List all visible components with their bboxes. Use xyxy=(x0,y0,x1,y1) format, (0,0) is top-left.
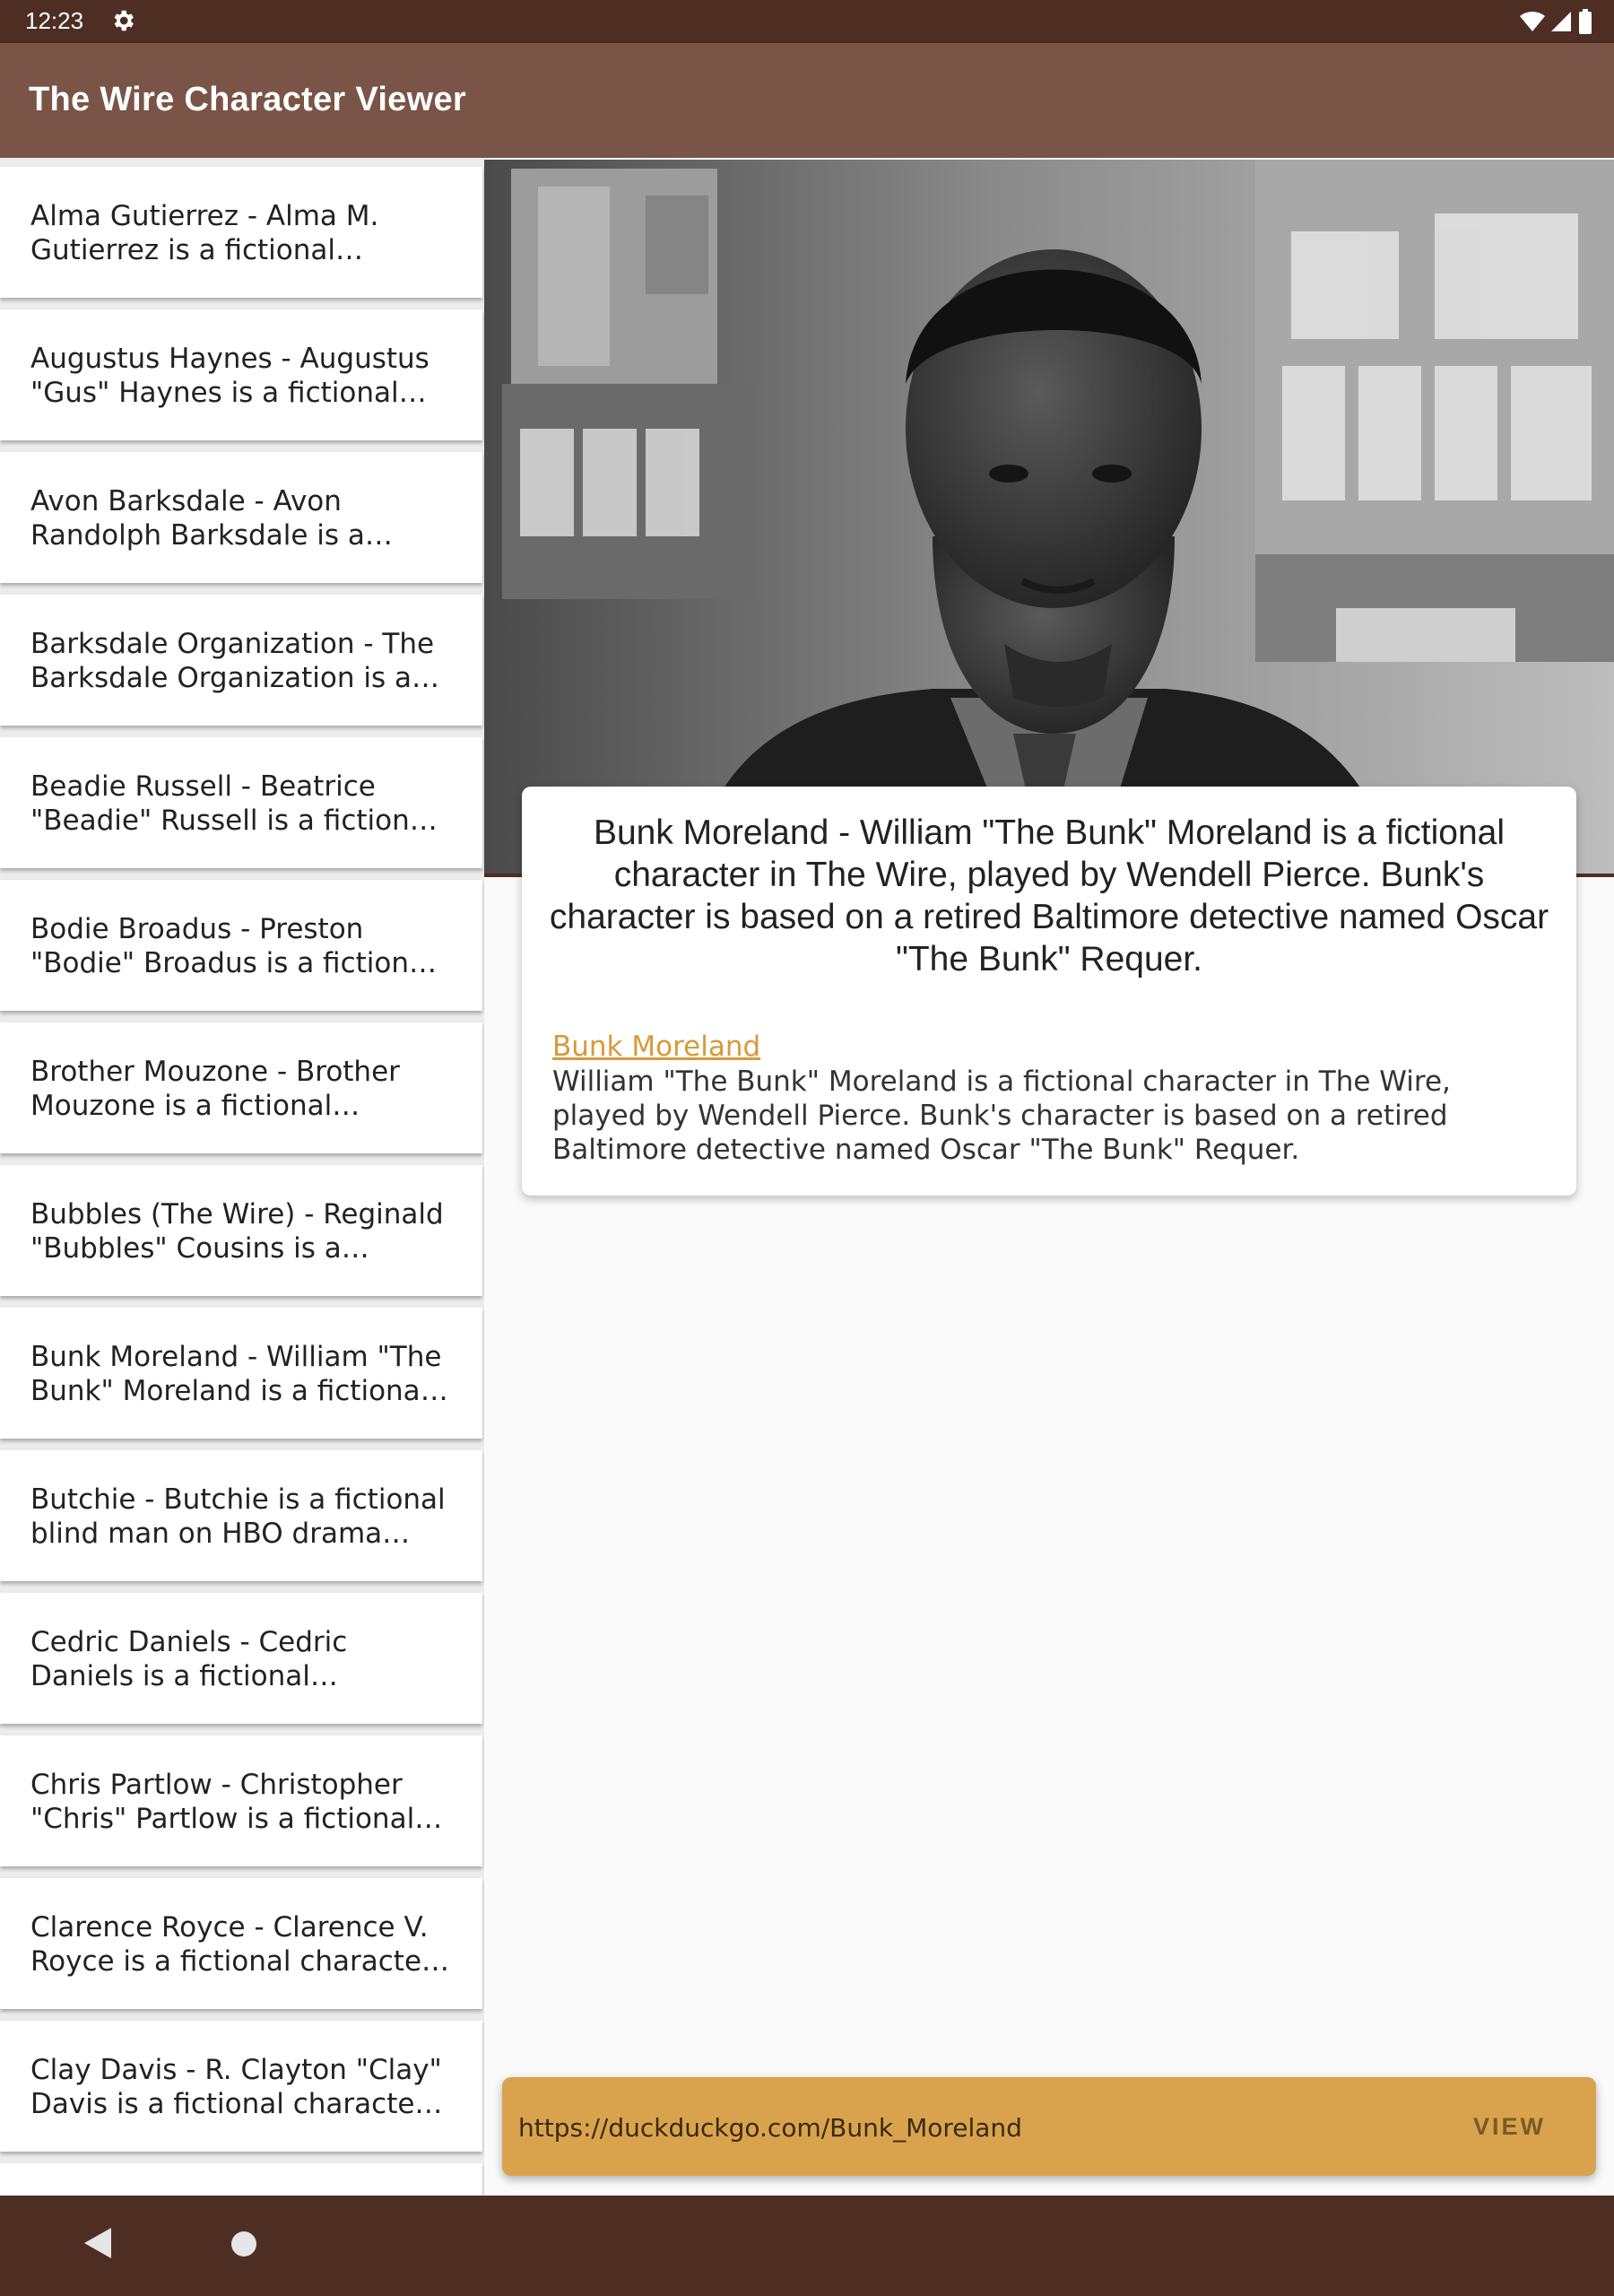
list-item-label: Chris Partlow - Christopher "Chris" Part… xyxy=(30,1769,415,1835)
list-item-label: Bodie Broadus - Preston "Bodie" Broadus … xyxy=(30,913,434,979)
list-item[interactable]: Barksdale Organization - The Barksdale O… xyxy=(0,595,482,726)
app-bar: The Wire Character Viewer xyxy=(0,43,1614,158)
list-item[interactable]: Chris Partlow - Christopher "Chris" Part… xyxy=(0,1735,482,1866)
list-item[interactable]: Brother Mouzone - Brother Mouzone is a f… xyxy=(0,1022,482,1153)
signal-icon xyxy=(1551,10,1573,37)
navigation-bar xyxy=(0,2196,1614,2296)
battery-icon xyxy=(1578,9,1592,38)
list-item[interactable]: Clarence Royce - Clarence V. Royce is a … xyxy=(0,1878,482,2009)
status-bar: 12:23 xyxy=(0,0,1614,43)
back-icon[interactable] xyxy=(82,2226,113,2264)
list-item[interactable]: Bunk Moreland - William "The Bunk" Morel… xyxy=(0,1308,482,1439)
snackbar-url: https://duckduckgo.com/Bunk_Moreland xyxy=(518,2113,1022,2143)
gear-icon xyxy=(109,7,136,34)
list-item-label: Butchie - Butchie is a fictional blind m… xyxy=(30,1483,446,1550)
list-item[interactable]: Augustus Haynes - Augustus "Gus" Haynes … xyxy=(0,309,482,440)
view-button[interactable]: VIEW xyxy=(1473,2113,1546,2141)
list-item-label: Brother Mouzone - Brother Mouzone is a f… xyxy=(30,1056,400,1122)
system-icons xyxy=(1519,9,1592,38)
detail-card: Bunk Moreland - William "The Bunk" Morel… xyxy=(522,787,1576,1196)
list-item[interactable]: Beadie Russell - Beatrice "Beadie" Russe… xyxy=(0,737,482,868)
list-item-label: Clay Davis - R. Clayton "Clay" Davis is … xyxy=(30,2054,442,2120)
list-item[interactable]: Butchie - Butchie is a fictional blind m… xyxy=(0,1450,482,1581)
list-item-label: Bubbles (The Wire) - Reginald "Bubbles" … xyxy=(30,1198,444,1265)
list-item-label: Alma Gutierrez - Alma M. Gutierrez is a … xyxy=(30,200,379,266)
list-item[interactable]: Bubbles (The Wire) - Reginald "Bubbles" … xyxy=(0,1165,482,1296)
list-item-label: Cedric Daniels - Cedric Daniels is a fic… xyxy=(30,1626,348,1692)
character-list[interactable]: Alma Gutierrez - Alma M. Gutierrez is a … xyxy=(0,158,484,2196)
list-item[interactable]: Avon Barksdale - Avon Randolph Barksdale… xyxy=(0,452,482,583)
list-item-label: Augustus Haynes - Augustus "Gus" Haynes … xyxy=(30,343,430,409)
list-item-label: Avon Barksdale - Avon Randolph Barksdale… xyxy=(30,485,365,552)
status-time: 12:23 xyxy=(25,7,84,34)
list-item-label: Barksdale Organization - The Barksdale O… xyxy=(30,628,435,694)
detail-description: William "The Bunk" Moreland is a fiction… xyxy=(552,1065,1451,1166)
list-item[interactable]: Clay Davis - R. Clayton "Clay" Davis is … xyxy=(0,2021,482,2152)
list-item[interactable]: Alma Gutierrez - Alma M. Gutierrez is a … xyxy=(0,167,482,298)
character-link[interactable]: Bunk Moreland xyxy=(552,1031,760,1063)
detail-heading: Bunk Moreland - William "The Bunk" Morel… xyxy=(549,813,1549,978)
app-title: The Wire Character Viewer xyxy=(29,81,466,118)
list-item-label: Beadie Russell - Beatrice "Beadie" Russe… xyxy=(30,770,435,837)
list-item[interactable]: Cedric Daniels - Cedric Daniels is a fic… xyxy=(0,1593,482,1724)
wifi-icon xyxy=(1519,10,1546,37)
list-item[interactable] xyxy=(0,2163,482,2196)
character-photo xyxy=(484,160,1614,877)
url-snackbar: https://duckduckgo.com/Bunk_Moreland VIE… xyxy=(502,2077,1596,2176)
list-item-label: Clarence Royce - Clarence V. Royce is a … xyxy=(30,1911,433,1978)
list-item-label: Bunk Moreland - William "The Bunk" Morel… xyxy=(30,1341,442,1407)
list-item[interactable]: Bodie Broadus - Preston "Bodie" Broadus … xyxy=(0,880,482,1011)
home-icon[interactable] xyxy=(231,2231,256,2257)
